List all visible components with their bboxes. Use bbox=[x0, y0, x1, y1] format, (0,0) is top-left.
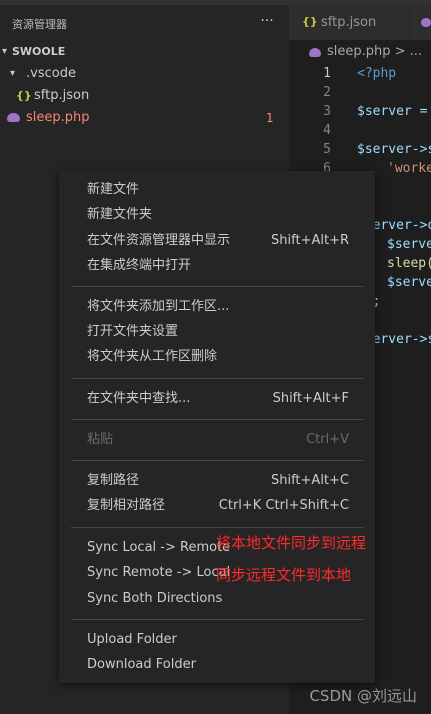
explorer-header: 资源管理器 ··· bbox=[0, 5, 289, 41]
menu-item-shortcut: Ctrl+V bbox=[306, 432, 349, 447]
menu-item-download-folder[interactable]: Download Folder bbox=[59, 652, 375, 677]
problem-count-badge: 1 bbox=[266, 111, 274, 125]
tab-sleep-php[interactable] bbox=[410, 5, 431, 40]
menu-item-remove-folder-from-workspace[interactable]: 将文件夹从工作区删除 bbox=[59, 344, 375, 369]
workspace-folder[interactable]: ▾ SWOOLE bbox=[0, 41, 289, 63]
menu-item-copy-path[interactable]: 复制路径 Shift+Alt+C bbox=[59, 468, 375, 493]
menu-item-shortcut: Shift+Alt+F bbox=[272, 391, 349, 406]
menu-item-label: 在文件资源管理器中显示 bbox=[87, 233, 231, 248]
watermark: CSDN @刘远山 bbox=[309, 687, 417, 705]
menu-item-paste: 粘贴 Ctrl+V bbox=[59, 427, 375, 452]
line-number: 5 bbox=[323, 142, 331, 157]
menu-item-label: 打开文件夹设置 bbox=[87, 324, 179, 339]
menu-separator bbox=[71, 286, 364, 287]
menu-separator bbox=[71, 460, 364, 461]
code-line[interactable]: 1 <?php bbox=[289, 64, 431, 83]
context-menu: 新建文件 新建文件夹 在文件资源管理器中显示 Shift+Alt+R 在集成终端中… bbox=[59, 171, 375, 683]
code-text: $server->s bbox=[357, 142, 431, 157]
breadcrumb[interactable]: sleep.php > ... bbox=[289, 41, 431, 63]
php-file-icon bbox=[7, 113, 20, 122]
tree-item-sleep-php[interactable]: sleep.php 1 bbox=[0, 107, 289, 129]
menu-item-find-in-folder[interactable]: 在文件夹中查找... Shift+Alt+F bbox=[59, 386, 375, 411]
menu-item-label: 在文件夹中查找... bbox=[87, 391, 191, 406]
folder-name: SWOOLE bbox=[12, 45, 66, 58]
menu-item-open-folder-settings[interactable]: 打开文件夹设置 bbox=[59, 319, 375, 344]
menu-item-new-file[interactable]: 新建文件 bbox=[59, 177, 375, 202]
more-actions-icon[interactable]: ··· bbox=[256, 11, 278, 33]
tree-item-vscode[interactable]: ▾ .vscode bbox=[0, 63, 289, 85]
code-line[interactable]: 5 $server->s bbox=[289, 140, 431, 159]
code-text: $serve bbox=[387, 237, 431, 252]
code-text: $serve bbox=[387, 275, 431, 290]
code-text: sleep( bbox=[387, 256, 431, 271]
annotation-local-to-remote: 将本地文件同步到远程 bbox=[216, 534, 367, 552]
menu-item-new-folder[interactable]: 新建文件夹 bbox=[59, 202, 375, 227]
line-number: 1 bbox=[323, 66, 331, 81]
code-text: 'worke bbox=[387, 161, 431, 176]
line-number: 2 bbox=[323, 85, 331, 100]
menu-separator bbox=[71, 619, 364, 620]
menu-item-shortcut: Ctrl+K Ctrl+Shift+C bbox=[218, 498, 349, 513]
menu-item-upload-folder[interactable]: Upload Folder bbox=[59, 627, 375, 652]
menu-item-sync-both-directions[interactable]: Sync Both Directions bbox=[59, 586, 375, 611]
menu-item-label: 新建文件 bbox=[87, 182, 140, 197]
menu-item-label: 新建文件夹 bbox=[87, 207, 153, 222]
menu-separator bbox=[71, 527, 364, 528]
annotation-remote-to-local: 同步远程文件到本地 bbox=[216, 566, 352, 584]
tree-item-sftp-json[interactable]: {} sftp.json bbox=[0, 85, 289, 107]
code-line[interactable]: 4 bbox=[289, 121, 431, 140]
php-file-icon bbox=[421, 18, 431, 27]
breadcrumb-label: sleep.php > ... bbox=[327, 44, 423, 59]
menu-item-label: 复制相对路径 bbox=[87, 498, 166, 513]
chevron-down-icon: ▾ bbox=[10, 68, 16, 79]
menu-item-label: Sync Both Directions bbox=[87, 591, 223, 606]
tree-item-label: sleep.php bbox=[26, 110, 90, 125]
tab-label: sftp.json bbox=[321, 15, 377, 30]
explorer-title: 资源管理器 bbox=[12, 18, 67, 31]
tab-bar: {} sftp.json bbox=[289, 5, 431, 40]
menu-item-label: 将文件夹从工作区删除 bbox=[87, 349, 218, 364]
menu-item-label: 在集成终端中打开 bbox=[87, 258, 192, 273]
menu-item-label: Upload Folder bbox=[87, 632, 177, 647]
menu-item-label: 将文件夹添加到工作区... bbox=[87, 299, 230, 314]
menu-separator bbox=[71, 378, 364, 379]
line-number: 3 bbox=[323, 104, 331, 119]
menu-item-open-in-terminal[interactable]: 在集成终端中打开 bbox=[59, 253, 375, 278]
menu-item-shortcut: Shift+Alt+R bbox=[271, 233, 349, 248]
tree-item-label: .vscode bbox=[26, 66, 76, 81]
code-text: $server = bbox=[357, 104, 428, 119]
php-file-icon bbox=[309, 48, 321, 57]
menu-item-label: Sync Remote -> Local bbox=[87, 565, 231, 580]
menu-item-label: Download Folder bbox=[87, 657, 196, 672]
menu-item-reveal-in-explorer[interactable]: 在文件资源管理器中显示 Shift+Alt+R bbox=[59, 228, 375, 253]
code-line[interactable]: 2 bbox=[289, 83, 431, 102]
menu-item-label: 复制路径 bbox=[87, 473, 140, 488]
code-text: <?php bbox=[357, 66, 397, 81]
menu-item-copy-relative-path[interactable]: 复制相对路径 Ctrl+K Ctrl+Shift+C bbox=[59, 493, 375, 518]
menu-item-add-folder-to-workspace[interactable]: 将文件夹添加到工作区... bbox=[59, 294, 375, 319]
menu-item-shortcut: Shift+Alt+C bbox=[270, 473, 349, 488]
menu-item-label: Sync Local -> Remote bbox=[87, 540, 231, 555]
menu-item-label: 粘贴 bbox=[87, 432, 114, 447]
json-file-icon: {} bbox=[16, 89, 32, 102]
tab-sftp-json[interactable]: {} sftp.json bbox=[289, 5, 409, 40]
line-number: 4 bbox=[323, 123, 331, 138]
code-line[interactable]: 3 $server = bbox=[289, 102, 431, 121]
chevron-down-icon: ▾ bbox=[2, 46, 8, 57]
menu-separator bbox=[71, 419, 364, 420]
json-file-icon: {} bbox=[302, 15, 318, 28]
tree-item-label: sftp.json bbox=[34, 88, 90, 103]
